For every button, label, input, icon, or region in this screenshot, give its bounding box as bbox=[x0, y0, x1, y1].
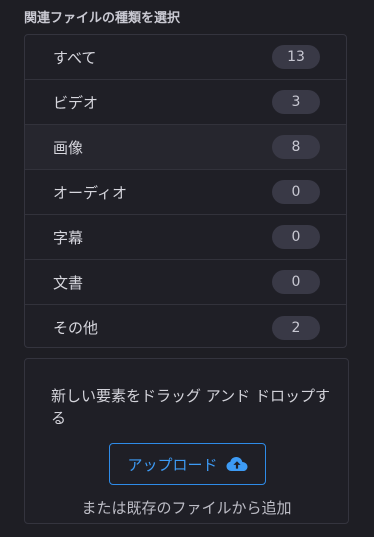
filter-item-audio[interactable]: オーディオ 0 bbox=[25, 170, 346, 215]
count-badge: 13 bbox=[272, 45, 320, 69]
upload-button-label: アップロード bbox=[127, 455, 218, 474]
filter-label: すべて bbox=[53, 48, 97, 67]
filter-label: ビデオ bbox=[53, 93, 99, 112]
filter-label: その他 bbox=[53, 319, 99, 337]
drop-instructions: 新しい要素をドラッグ アンド ドロップする bbox=[51, 387, 330, 427]
upload-dropzone[interactable]: 新しい要素をドラッグ アンド ドロップする アップロード または既存のファイルか… bbox=[24, 358, 349, 524]
count-badge: 2 bbox=[272, 315, 320, 340]
filter-item-image[interactable]: 画像 8 bbox=[25, 125, 346, 170]
filter-label: オーディオ bbox=[53, 183, 127, 202]
add-existing-file-link[interactable]: または既存のファイルから追加 bbox=[25, 497, 348, 518]
file-type-selector: 関連ファイルの種類を選択 すべて 13 ビデオ 3 画像 8 オーディオ 0 字… bbox=[0, 0, 374, 537]
filter-item-video[interactable]: ビデオ 3 bbox=[25, 80, 346, 125]
filter-item-other[interactable]: その他 2 bbox=[25, 305, 346, 347]
upload-button[interactable]: アップロード bbox=[109, 443, 266, 485]
filter-item-documents[interactable]: 文書 0 bbox=[25, 260, 346, 305]
count-badge: 0 bbox=[272, 270, 320, 294]
filter-label: 文書 bbox=[53, 273, 84, 292]
count-badge: 0 bbox=[272, 225, 320, 249]
count-badge: 8 bbox=[272, 135, 320, 159]
count-badge: 3 bbox=[272, 90, 320, 114]
count-badge: 0 bbox=[272, 180, 320, 204]
cloud-upload-icon bbox=[226, 456, 248, 472]
filter-label: 画像 bbox=[53, 138, 84, 157]
filter-item-subtitles[interactable]: 字幕 0 bbox=[25, 215, 346, 260]
section-heading: 関連ファイルの種類を選択 bbox=[24, 11, 181, 26]
filter-item-all[interactable]: すべて 13 bbox=[25, 35, 346, 80]
file-type-list: すべて 13 ビデオ 3 画像 8 オーディオ 0 字幕 0 文書 0 その他 … bbox=[24, 34, 347, 348]
filter-label: 字幕 bbox=[53, 228, 84, 247]
